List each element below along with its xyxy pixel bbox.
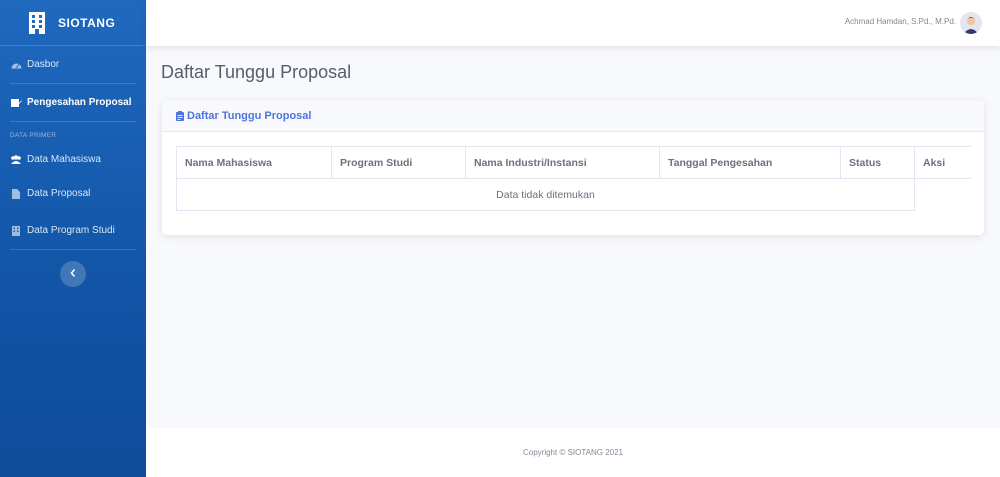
table-header-row: Nama Mahasiswa Program Studi Nama Indust…	[176, 146, 971, 179]
building-logo-icon	[28, 11, 46, 34]
column-header-tanggal-pengesahan[interactable]: Tanggal Pengesahan	[659, 146, 841, 179]
table-row-empty: Data tidak ditemukan	[176, 178, 972, 211]
card-header: Daftar Tunggu Proposal	[162, 100, 984, 132]
sidebar-item-label: Dasbor	[27, 59, 60, 70]
sidebar-item-label: Data Proposal	[27, 188, 91, 199]
sidebar-toggle-button[interactable]	[60, 261, 86, 287]
footer: Copyright © SIOTANG 2021	[146, 428, 1000, 477]
user-avatar[interactable]	[960, 12, 982, 34]
column-header-program-studi[interactable]: Program Studi	[331, 146, 466, 179]
users-icon	[10, 153, 22, 165]
card-title: Daftar Tunggu Proposal	[187, 109, 312, 122]
sidebar-item-dasbor[interactable]: Dasbor	[0, 46, 146, 83]
column-header-aksi[interactable]: Aksi	[914, 146, 971, 179]
proposal-table: Nama Mahasiswa Program Studi Nama Indust…	[176, 146, 971, 211]
sidebar-item-data-proposal[interactable]: Data Proposal	[0, 175, 146, 212]
page-title: Daftar Tunggu Proposal	[161, 62, 352, 82]
copyright-text: Copyright © SIOTANG 2021	[522, 448, 623, 457]
file-icon	[10, 188, 22, 200]
empty-cell	[915, 179, 972, 211]
sidebar-item-label: Pengesahan Proposal	[27, 97, 132, 108]
sidebar-item-data-program-studi[interactable]: Data Program Studi	[0, 212, 146, 249]
tachometer-icon	[10, 59, 22, 71]
chevron-left-icon	[70, 268, 76, 280]
divider	[10, 249, 136, 250]
sidebar-item-data-mahasiswa[interactable]: Data Mahasiswa	[0, 143, 146, 175]
sidebar-heading: DATA PRIMER	[10, 132, 57, 139]
column-header-nama-industri[interactable]: Nama Industri/Instansi	[465, 146, 660, 179]
user-name[interactable]: Achmad Hamdan, S.Pd., M.Pd.	[845, 17, 956, 26]
sidebar-item-pengesahan-proposal[interactable]: Pengesahan Proposal	[0, 84, 146, 121]
building-icon	[10, 225, 22, 237]
empty-message: Data tidak ditemukan	[176, 178, 915, 211]
waiting-list-card: Daftar Tunggu Proposal Nama Mahasiswa Pr…	[162, 100, 984, 235]
topbar: Achmad Hamdan, S.Pd., M.Pd.	[146, 0, 1000, 46]
signature-icon	[10, 97, 22, 109]
sidebar-item-label: Data Program Studi	[27, 225, 115, 236]
brand[interactable]: SIOTANG	[0, 0, 146, 46]
clipboard-icon	[176, 110, 184, 121]
sidebar: SIOTANG Dasbor Pengesahan Proposal DATA …	[0, 0, 146, 477]
brand-name: SIOTANG	[58, 15, 116, 30]
column-header-nama-mahasiswa[interactable]: Nama Mahasiswa	[176, 146, 332, 179]
column-header-status[interactable]: Status	[840, 146, 915, 179]
sidebar-item-label: Data Mahasiswa	[27, 153, 101, 165]
